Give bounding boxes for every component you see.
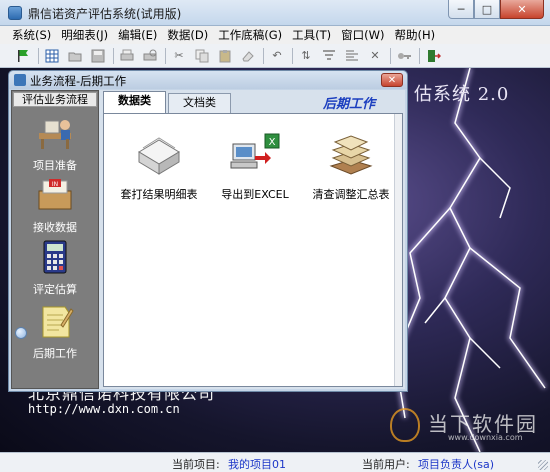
flow-item-project-prep[interactable]: 项目准备 (12, 113, 98, 173)
workflow-window-body: 评估业务流程 项目准备 IN 接收数据 评定估算 后期工作 数据类 文档类 后期… (11, 90, 405, 389)
window-icon (14, 74, 26, 86)
print-preview-icon[interactable] (141, 47, 159, 65)
print-icon[interactable] (118, 47, 136, 65)
report-adjustment-summary[interactable]: 清查调整汇总表 (296, 130, 406, 202)
report-label: 套打结果明细表 (120, 188, 198, 201)
app-title: 鼎信诺资产评估系统(试用版) (28, 7, 182, 21)
tab-data[interactable]: 数据类 (103, 91, 166, 113)
cut-icon[interactable]: ✂ (170, 47, 188, 65)
menu-detail-tables[interactable]: 明细表(J) (61, 27, 108, 43)
tab-documents[interactable]: 文档类 (168, 93, 231, 113)
maximize-button[interactable]: □ (474, 0, 500, 19)
flow-item-receive-data[interactable]: IN 接收数据 (12, 175, 98, 235)
exit-icon[interactable] (424, 47, 442, 65)
menu-help[interactable]: 帮助(H) (394, 27, 435, 43)
watermark-logo-icon (390, 408, 420, 442)
toolbar-separator (263, 47, 264, 64)
flow-item-label: 项目准备 (33, 159, 77, 172)
align-icon[interactable] (343, 47, 361, 65)
menu-tools[interactable]: 工具(T) (292, 27, 331, 43)
export-excel-icon: X (229, 130, 281, 180)
toolbar-separator (292, 47, 293, 64)
notepad-icon (35, 301, 75, 341)
vertical-scrollbar[interactable] (394, 114, 402, 386)
status-bar: 当前项目: 我的项目01 当前用户: 项目负责人(sa) (0, 452, 550, 472)
phase-title: 后期工作 (323, 97, 376, 112)
calculator-icon (35, 237, 75, 277)
svg-text:X: X (269, 137, 276, 148)
current-user-value: 项目负责人(sa) (418, 458, 495, 471)
watermark-url: www.downxia.com (448, 433, 523, 442)
toolbar-separator (38, 47, 39, 64)
report-export-excel[interactable]: X 导出到EXCEL (200, 130, 310, 202)
menu-data[interactable]: 数据(D) (167, 27, 208, 43)
toolbar-separator (419, 47, 420, 64)
toolbar-separator (165, 47, 166, 64)
inbox-icon: IN (35, 175, 75, 215)
grid-icon[interactable] (43, 47, 61, 65)
svg-text:IN: IN (52, 181, 58, 188)
menu-working-papers[interactable]: 工作底稿(G) (218, 27, 282, 43)
menu-edit[interactable]: 编辑(E) (118, 27, 157, 43)
menu-system[interactable]: 系统(S) (12, 27, 51, 43)
current-project-label: 当前项目: (172, 458, 220, 471)
menu-bar: 系统(S) 明细表(J) 编辑(E) 数据(D) 工作底稿(G) 工具(T) 窗… (0, 26, 550, 44)
workflow-window: 业务流程-后期工作 ✕ 评估业务流程 项目准备 IN 接收数据 评定估算 后期工… (8, 70, 408, 392)
sort-icon[interactable]: ⇅ (297, 47, 315, 65)
eraser-icon[interactable] (239, 47, 257, 65)
workflow-window-titlebar[interactable]: 业务流程-后期工作 ✕ (9, 71, 407, 89)
report-label: 导出到EXCEL (221, 188, 289, 201)
toolbar-separator (113, 47, 114, 64)
delete-icon[interactable]: ✕ (366, 47, 384, 65)
paper-stack-icon (133, 130, 185, 180)
office-desk-icon (35, 113, 75, 153)
workflow-window-close-button[interactable]: ✕ (381, 73, 403, 87)
close-button[interactable]: ✕ (500, 0, 544, 19)
app-icon (8, 6, 22, 20)
flow-item-label: 后期工作 (33, 347, 77, 360)
flow-panel: 评估业务流程 项目准备 IN 接收数据 评定估算 后期工作 (11, 90, 99, 389)
toolbar: ✂ ↶ ⇅ ✕ (0, 44, 550, 68)
copy-icon[interactable] (193, 47, 211, 65)
paste-icon[interactable] (216, 47, 234, 65)
report-print-details[interactable]: 套打结果明细表 (104, 130, 214, 202)
resize-grip[interactable] (538, 460, 548, 470)
flow-item-valuation[interactable]: 评定估算 (12, 237, 98, 297)
company-url: http://www.dxn.com.cn (28, 402, 180, 416)
report-label: 清查调整汇总表 (312, 188, 390, 201)
watermark: 当下软件园 www.downxia.com (390, 406, 540, 446)
filter-icon[interactable] (320, 47, 338, 65)
flag-icon[interactable] (14, 47, 32, 65)
flow-panel-header: 评估业务流程 (13, 92, 97, 107)
minimize-button[interactable]: ─ (448, 0, 474, 19)
undo-icon[interactable]: ↶ (268, 47, 286, 65)
tab-content-panel: 套打结果明细表 X 导出到EXCEL 清查调整汇总表 (103, 113, 403, 387)
system-name-banner: 估系统 2.0 (414, 84, 510, 105)
flow-item-label: 评定估算 (33, 283, 77, 296)
open-icon[interactable] (66, 47, 84, 65)
menu-window[interactable]: 窗口(W) (341, 27, 384, 43)
window-controls: ─ □ ✕ (448, 0, 544, 19)
flow-item-post-work[interactable]: 后期工作 (12, 301, 98, 361)
main-titlebar: 鼎信诺资产评估系统(试用版) ─ □ ✕ (0, 0, 550, 26)
flow-item-label: 接收数据 (33, 221, 77, 234)
toolbar-separator (390, 47, 391, 64)
save-icon[interactable] (89, 47, 107, 65)
current-user-label: 当前用户: (362, 458, 410, 471)
workflow-window-title: 业务流程-后期工作 (30, 74, 127, 88)
current-project-value: 我的项目01 (228, 458, 286, 471)
key-icon[interactable] (395, 47, 413, 65)
document-pile-icon (325, 130, 377, 180)
